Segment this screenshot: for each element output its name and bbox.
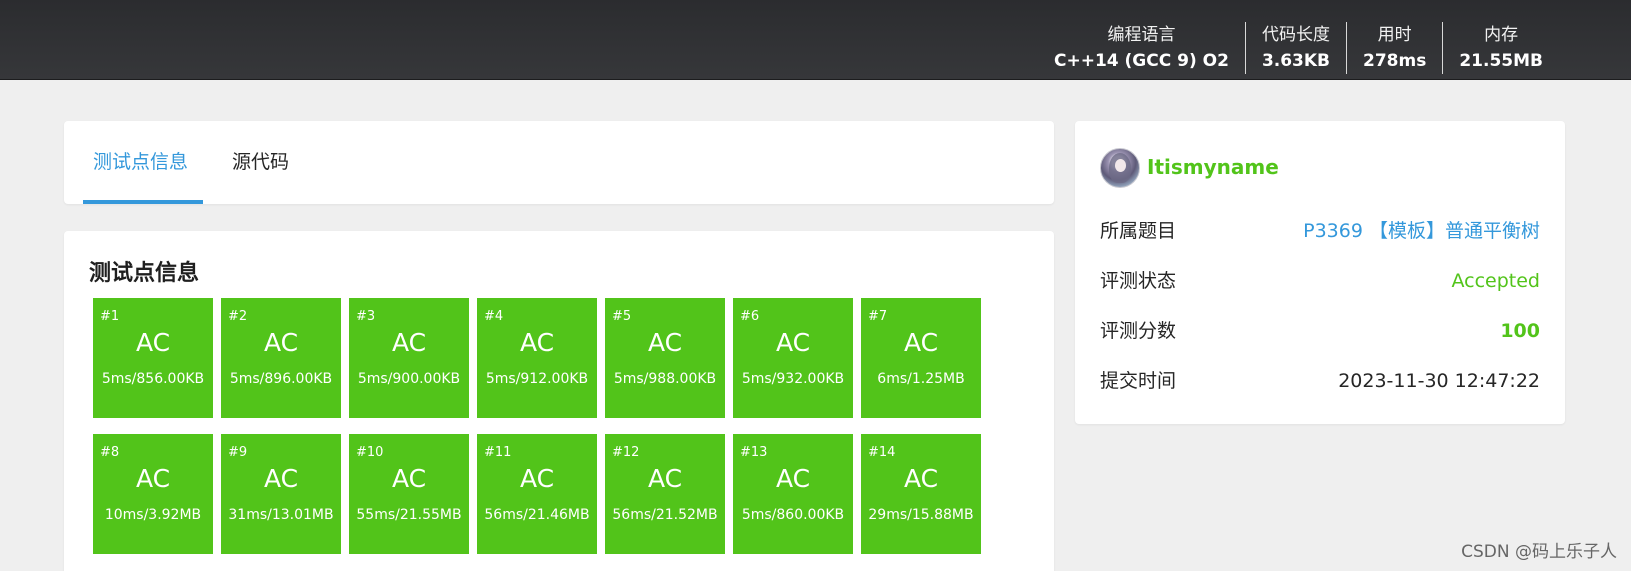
test-cases-card: 测试点信息 #1 AC 5ms/856.00KB #2 AC 5ms/896.00KB #3…	[64, 231, 1054, 571]
test-case-number: #7	[868, 309, 888, 324]
test-case-number: #9	[228, 445, 248, 460]
test-case-resources: 5ms/900.00KB	[357, 371, 461, 387]
test-case-tile[interactable]: #14 AC 29ms/15.88MB	[861, 434, 981, 554]
test-case-grid: #1 AC 5ms/856.00KB #2 AC 5ms/896.00KB #3 AC 5ms/…	[93, 298, 981, 554]
submit-time-row: 提交时间 2023-11-30 12:47:22	[1100, 366, 1540, 396]
problem-label: 所属题目	[1100, 220, 1177, 242]
stat-value: 3.63KB	[1261, 51, 1331, 71]
test-case-number: #6	[740, 309, 760, 324]
test-case-number: #1	[100, 309, 120, 324]
test-case-resources: 6ms/1.25MB	[877, 371, 965, 387]
test-case-resources: 5ms/896.00KB	[229, 371, 333, 387]
test-case-status: AC	[519, 328, 555, 357]
section-title: 测试点信息	[89, 261, 200, 286]
test-case-resources: 10ms/3.92MB	[104, 507, 202, 523]
test-case-number: #4	[484, 309, 504, 324]
tab-label: 测试点信息	[93, 151, 189, 173]
tab-source-code[interactable]: 源代码	[222, 121, 312, 204]
test-case-status: AC	[903, 464, 939, 493]
test-case-resources: 55ms/21.55MB	[356, 507, 462, 523]
top-bar: 编程语言 C++14 (GCC 9) O2 代码长度 3.63KB 用时 278…	[0, 0, 1631, 80]
status-row: 评测状态 Accepted	[1100, 266, 1540, 296]
test-case-tile[interactable]: #10 AC 55ms/21.55MB	[349, 434, 469, 554]
username-link[interactable]: Itismyname	[1147, 155, 1279, 179]
submission-stats: 编程语言 C++14 (GCC 9) O2 代码长度 3.63KB 用时 278…	[1038, 22, 1559, 74]
test-case-number: #12	[612, 445, 640, 460]
test-case-resources: 5ms/860.00KB	[741, 507, 845, 523]
stat-label: 内存	[1484, 25, 1519, 45]
test-case-status: AC	[903, 328, 939, 357]
test-case-number: #8	[100, 445, 120, 460]
test-case-tile[interactable]: #11 AC 56ms/21.46MB	[477, 434, 597, 554]
stat-memory: 内存 21.55MB	[1442, 22, 1559, 74]
problem-row: 所属题目 P3369 【模板】普通平衡树	[1100, 216, 1540, 246]
test-case-resources: 29ms/15.88MB	[868, 507, 974, 523]
submission-info-card: Itismyname 所属题目 P3369 【模板】普通平衡树 评测状态 Acc…	[1075, 121, 1565, 424]
stat-label: 用时	[1377, 25, 1412, 45]
test-case-number: #2	[228, 309, 248, 324]
test-case-tile[interactable]: #5 AC 5ms/988.00KB	[605, 298, 725, 418]
score-value: 100	[1500, 320, 1540, 342]
submit-time-value: 2023-11-30 12:47:22	[1338, 370, 1540, 392]
test-case-status: AC	[519, 464, 555, 493]
avatar-face	[1115, 159, 1126, 172]
test-case-status: AC	[135, 328, 171, 357]
test-case-status: AC	[647, 464, 683, 493]
test-case-resources: 5ms/932.00KB	[741, 371, 845, 387]
active-tab-indicator	[83, 200, 203, 204]
test-case-number: #14	[868, 445, 896, 460]
stat-label: 编程语言	[1107, 25, 1176, 45]
test-case-tile[interactable]: #6 AC 5ms/932.00KB	[733, 298, 853, 418]
test-case-status: AC	[391, 328, 427, 357]
test-case-resources: 31ms/13.01MB	[228, 507, 334, 523]
test-case-tile[interactable]: #8 AC 10ms/3.92MB	[93, 434, 213, 554]
test-case-tile[interactable]: #7 AC 6ms/1.25MB	[861, 298, 981, 418]
stat-value: C++14 (GCC 9) O2	[1054, 51, 1229, 71]
test-case-status: AC	[775, 328, 811, 357]
avatar[interactable]	[1100, 148, 1140, 188]
status-value: Accepted	[1451, 270, 1540, 292]
tab-test-info[interactable]: 测试点信息	[83, 121, 203, 204]
test-case-resources: 56ms/21.46MB	[484, 507, 590, 523]
stat-language: 编程语言 C++14 (GCC 9) O2	[1038, 22, 1245, 74]
test-case-resources: 56ms/21.52MB	[612, 507, 718, 523]
problem-link[interactable]: P3369 【模板】普通平衡树	[1303, 216, 1540, 246]
stat-value: 278ms	[1363, 51, 1427, 71]
test-case-number: #3	[356, 309, 376, 324]
test-case-tile[interactable]: #13 AC 5ms/860.00KB	[733, 434, 853, 554]
tabs-card: 测试点信息 源代码	[64, 121, 1054, 204]
test-case-tile[interactable]: #4 AC 5ms/912.00KB	[477, 298, 597, 418]
test-case-resources: 5ms/988.00KB	[613, 371, 717, 387]
test-case-status: AC	[263, 328, 299, 357]
watermark: CSDN @码上乐子人	[1461, 542, 1617, 562]
test-case-status: AC	[135, 464, 171, 493]
test-case-tile[interactable]: #3 AC 5ms/900.00KB	[349, 298, 469, 418]
status-label: 评测状态	[1100, 270, 1177, 292]
score-row: 评测分数 100	[1100, 316, 1540, 346]
test-case-number: #13	[740, 445, 768, 460]
stat-code-length: 代码长度 3.63KB	[1244, 22, 1346, 74]
stat-time: 用时 278ms	[1346, 22, 1442, 74]
test-case-tile[interactable]: #2 AC 5ms/896.00KB	[221, 298, 341, 418]
score-label: 评测分数	[1100, 320, 1177, 342]
stat-label: 代码长度	[1261, 25, 1330, 45]
test-case-tile[interactable]: #12 AC 56ms/21.52MB	[605, 434, 725, 554]
submit-time-label: 提交时间	[1100, 370, 1177, 392]
test-case-status: AC	[647, 328, 683, 357]
test-case-number: #10	[356, 445, 384, 460]
test-case-resources: 5ms/912.00KB	[485, 371, 589, 387]
test-case-status: AC	[391, 464, 427, 493]
test-case-number: #11	[484, 445, 512, 460]
test-case-tile[interactable]: #1 AC 5ms/856.00KB	[93, 298, 213, 418]
test-case-tile[interactable]: #9 AC 31ms/13.01MB	[221, 434, 341, 554]
stat-value: 21.55MB	[1459, 51, 1543, 71]
tab-label: 源代码	[232, 151, 290, 173]
test-case-number: #5	[612, 309, 632, 324]
test-case-status: AC	[775, 464, 811, 493]
test-case-resources: 5ms/856.00KB	[101, 371, 205, 387]
test-case-status: AC	[263, 464, 299, 493]
